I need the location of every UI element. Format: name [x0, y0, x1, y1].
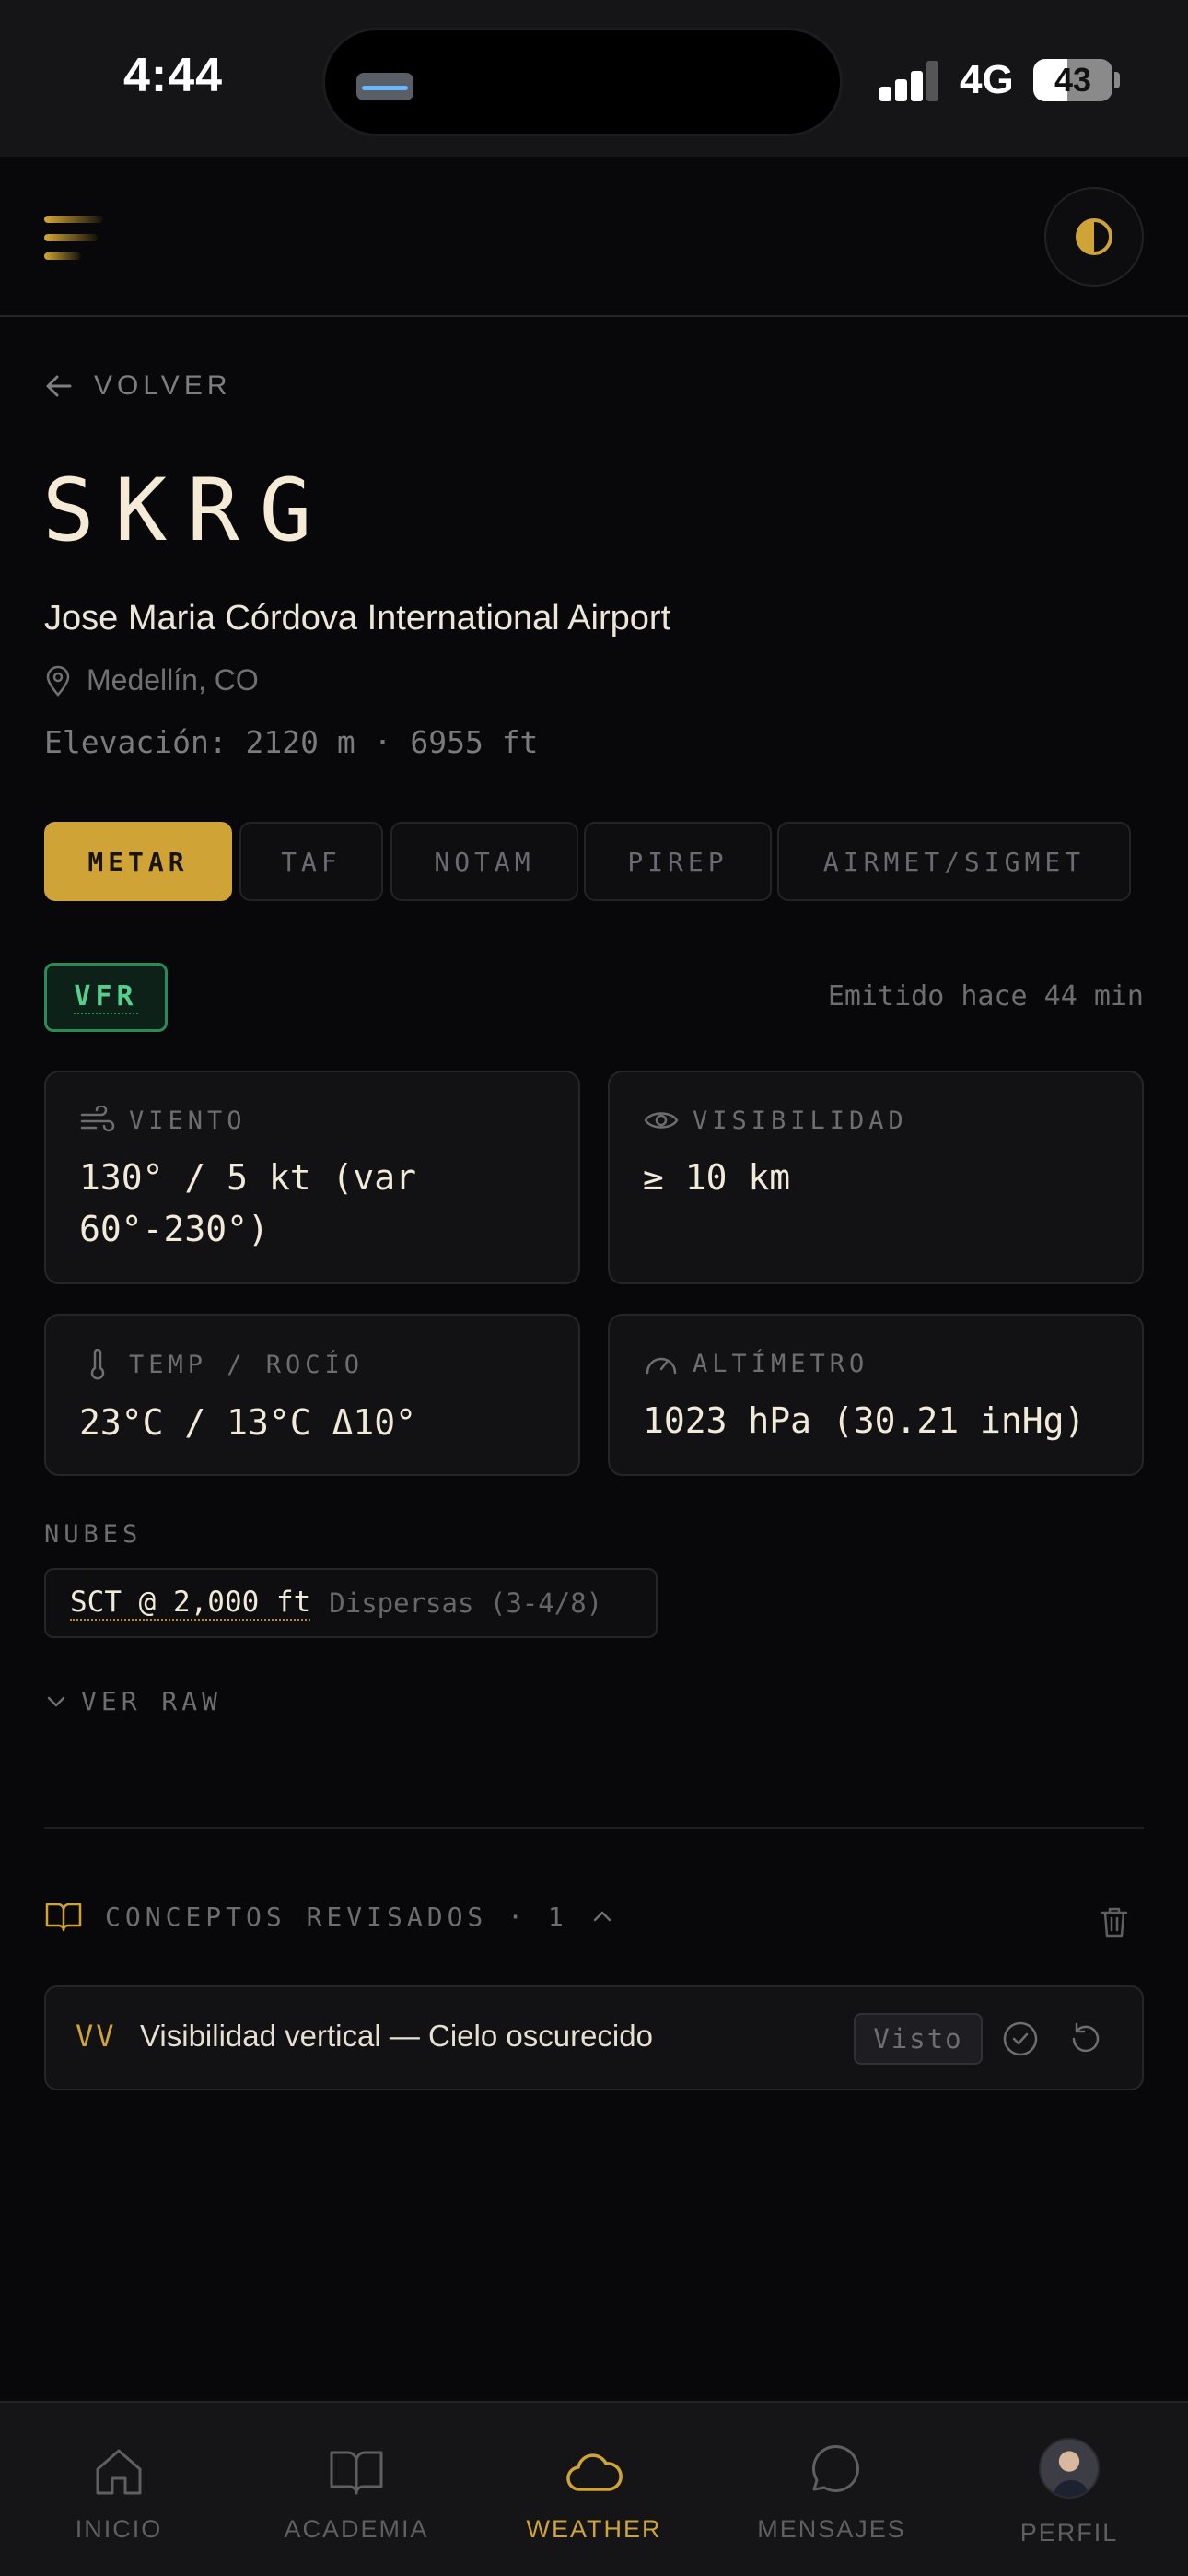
location: Medellín, CO — [44, 663, 259, 697]
bottom-nav: INICIO ACADEMIA WEATHER MENSAJES PERFIL — [0, 2401, 1188, 2576]
battery-tip — [1114, 72, 1120, 88]
nav-mensajes-label: MENSAJES — [757, 2515, 906, 2543]
altimeter-label-row: ALTÍMETRO — [643, 1349, 1109, 1378]
concept-code: VV — [76, 2019, 117, 2054]
visibility-card: VISIBILIDAD ≥ 10 km — [608, 1071, 1144, 1284]
tab-taf[interactable]: TAF — [239, 822, 383, 901]
tab-metar[interactable]: METAR — [44, 822, 232, 901]
concepts-header[interactable]: CONCEPTOS REVISADOS · 1 — [44, 1900, 614, 1933]
dynamic-island — [322, 28, 843, 136]
arrow-left-icon — [46, 375, 72, 397]
visibility-value: ≥ 10 km — [643, 1157, 791, 1198]
network-type: 4G — [960, 57, 1014, 102]
nav-inicio-label: INICIO — [75, 2515, 163, 2543]
temp-label: TEMP / ROCÍO — [129, 1350, 365, 1379]
nav-mensajes[interactable]: MENSAJES — [713, 2403, 950, 2576]
nav-academia[interactable]: ACADEMIA — [238, 2403, 475, 2576]
book-open-icon — [45, 1903, 82, 1932]
check-circle-icon[interactable] — [1002, 2020, 1039, 2057]
map-pin-icon — [46, 665, 70, 697]
nav-perfil-label: PERFIL — [1019, 2519, 1119, 2547]
airport-name: Jose Maria Córdova International Airport — [44, 599, 671, 638]
half-circle-icon — [1076, 218, 1112, 255]
nav-perfil[interactable]: PERFIL — [950, 2403, 1188, 2576]
book-icon — [330, 2451, 383, 2495]
wind-label: VIENTO — [129, 1106, 247, 1135]
view-raw-toggle[interactable]: VER RAW — [44, 1686, 222, 1716]
wind-label-row: VIENTO — [79, 1106, 545, 1135]
menu-icon[interactable] — [44, 214, 107, 265]
concept-item[interactable]: VV Visibilidad vertical — Cielo oscureci… — [44, 1985, 1144, 2090]
chevron-up-icon — [593, 1911, 611, 1922]
temp-value: 23°C / 13°C Δ10° — [79, 1402, 417, 1443]
cloud-layer-main: SCT @ 2,000 ft — [70, 1586, 311, 1621]
keyboard-activity-icon — [356, 73, 413, 100]
home-icon — [96, 2449, 142, 2495]
nav-inicio[interactable]: INICIO — [0, 2403, 238, 2576]
back-label: VOLVER — [94, 370, 232, 401]
visibility-label-row: VISIBILIDAD — [643, 1106, 1109, 1135]
chevron-down-icon — [47, 1696, 65, 1706]
nav-academia-label: ACADEMIA — [284, 2515, 429, 2543]
clouds-title: NUBES — [44, 1520, 143, 1549]
status-time: 4:44 — [123, 49, 224, 102]
temp-label-row: TEMP / ROCÍO — [79, 1349, 545, 1380]
trash-icon[interactable] — [1096, 1903, 1133, 1940]
battery-icon: 43 — [1033, 59, 1112, 101]
wind-icon — [80, 1106, 115, 1132]
tab-pirep[interactable]: PIREP — [584, 822, 772, 901]
altimeter-card: ALTÍMETRO 1023 hPa (30.21 inHg) — [608, 1314, 1144, 1476]
section-divider — [44, 1827, 1144, 1829]
temp-card: TEMP / ROCÍO 23°C / 13°C Δ10° — [44, 1314, 580, 1476]
eye-icon — [644, 1112, 679, 1129]
nav-weather-label: WEATHER — [526, 2515, 662, 2543]
concepts-title: CONCEPTOS REVISADOS · 1 — [105, 1901, 568, 1932]
gauge-icon — [646, 1357, 677, 1375]
tab-airmet-sigmet[interactable]: AIRMET/SIGMET — [777, 822, 1131, 901]
issued-time: Emitido hace 44 min — [827, 980, 1144, 1013]
cloud-icon — [566, 2453, 623, 2491]
wind-value: 130° / 5 kt (var 60°-230°) — [79, 1157, 417, 1249]
wind-card: VIENTO 130° / 5 kt (var 60°-230°) — [44, 1071, 580, 1284]
cloud-layer-desc: Dispersas (3-4/8) — [329, 1587, 603, 1619]
header-divider — [0, 315, 1188, 317]
battery-percent: 43 — [1054, 61, 1092, 99]
elevation: Elevación: 2120 m · 6955 ft — [44, 724, 539, 760]
visibility-label: VISIBILIDAD — [693, 1106, 908, 1135]
concept-text: Visibilidad vertical — Cielo oscurecido — [140, 2019, 653, 2053]
back-button[interactable]: VOLVER — [44, 370, 232, 402]
status-bar: 4:44 4G 43 — [0, 0, 1188, 260]
altimeter-value: 1023 hPa (30.21 inHg) — [643, 1400, 1086, 1441]
signal-icon — [879, 61, 938, 101]
altimeter-label: ALTÍMETRO — [693, 1349, 869, 1378]
tab-notam[interactable]: NOTAM — [390, 822, 578, 901]
theme-toggle-button[interactable] — [1044, 187, 1144, 287]
flight-category-text: VFR — [74, 980, 138, 1014]
station-code: SKRG — [42, 461, 332, 561]
seen-badge: Visto — [854, 2013, 983, 2065]
nav-weather[interactable]: WEATHER — [475, 2403, 713, 2576]
flight-category-badge[interactable]: VFR — [44, 963, 168, 1032]
view-raw-label: VER RAW — [81, 1686, 223, 1716]
message-icon — [812, 2445, 859, 2492]
undo-icon[interactable] — [1066, 2020, 1103, 2057]
location-text: Medellín, CO — [87, 663, 259, 697]
avatar — [1039, 2438, 1100, 2499]
cloud-layer-chip[interactable]: SCT @ 2,000 ft Dispersas (3-4/8) — [44, 1568, 658, 1638]
thermometer-icon — [90, 1349, 105, 1380]
